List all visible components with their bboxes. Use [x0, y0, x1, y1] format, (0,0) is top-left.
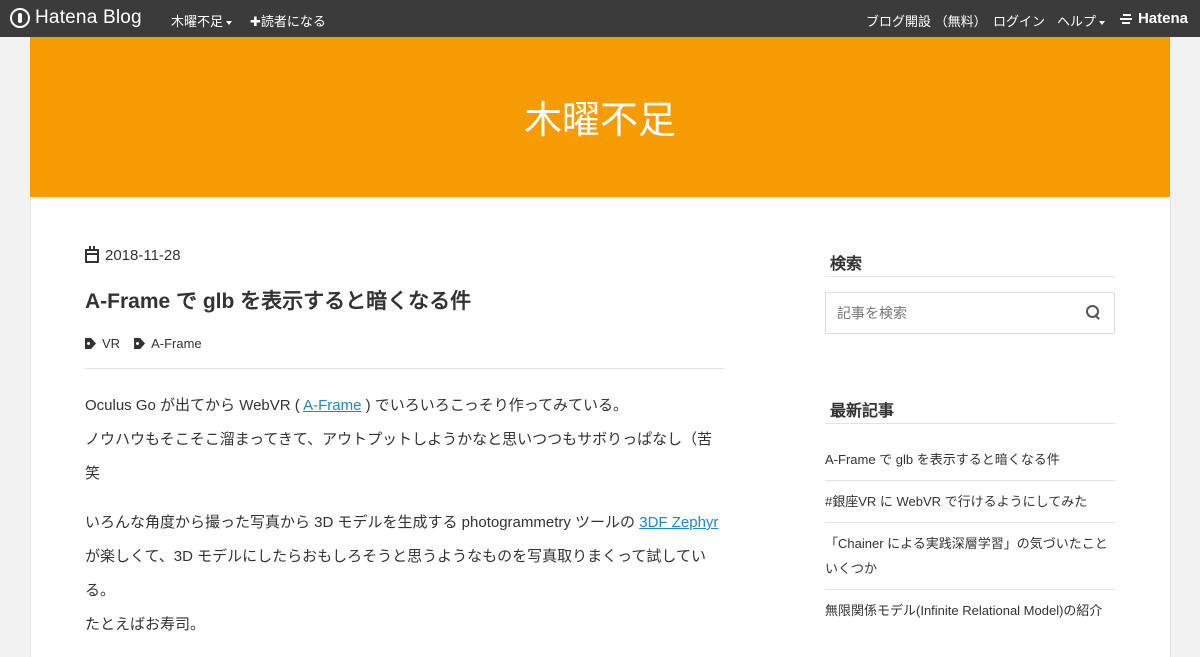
entry-header-divider: [85, 368, 725, 369]
tag-icon: [134, 338, 146, 349]
entry-tags: VR A-Frame: [85, 336, 216, 351]
global-header: Hatena Blog 木曜不足 ✚読者になる ブログ開設 （無料） ログイン …: [0, 0, 1200, 37]
entry-title[interactable]: A-Frame で glb を表示すると暗くなる件: [85, 285, 471, 315]
caret-down-icon: [1099, 20, 1106, 25]
help-dropdown[interactable]: ヘルプ: [1057, 11, 1106, 30]
tag-icon: [85, 338, 96, 349]
recent-entry-link[interactable]: 「Chainer による実践深層学習」の気づいたこといくつか: [825, 531, 1115, 581]
recent-entry-divider: [825, 589, 1115, 590]
tag-vr[interactable]: VR: [85, 336, 120, 351]
search-form: [825, 292, 1115, 334]
login-link[interactable]: ログイン: [993, 11, 1045, 30]
tag-a-frame[interactable]: A-Frame: [134, 336, 202, 351]
paragraph-text: ) でいろいろこっそり作ってみている。: [361, 397, 628, 414]
blog-title[interactable]: 木曜不足: [524, 89, 676, 144]
hatena-blog-logo[interactable]: Hatena Blog: [10, 7, 142, 29]
paragraph-text: いろんな角度から撮った写真から 3D モデルを生成する photogrammet…: [85, 514, 640, 531]
hatena-brand-link[interactable]: Hatena: [1119, 10, 1188, 27]
help-label: ヘルプ: [1057, 14, 1097, 29]
open-blog-link[interactable]: ブログ開設 （無料）: [866, 11, 987, 30]
tag-label: VR: [102, 336, 121, 351]
recent-entry-divider: [825, 522, 1115, 523]
recent-entry-link[interactable]: A-Frame で glb を表示すると暗くなる件: [825, 447, 1115, 472]
paragraph-text: が楽しくて、3D モデルにしたらおもしろそうと思うようなものを写真取りまくって試…: [85, 548, 706, 599]
hatena-blog-logo-icon: [10, 8, 30, 28]
search-input[interactable]: [826, 293, 1087, 333]
tag-label: A-Frame: [151, 336, 202, 351]
search-icon[interactable]: [1086, 305, 1100, 320]
blog-menu-label: 木曜不足: [171, 14, 224, 29]
a-frame-link[interactable]: A-Frame: [303, 397, 361, 414]
blog-header: 木曜不足: [30, 37, 1170, 197]
entry-paragraph-2: いろんな角度から撮った写真から 3D モデルを生成する photogrammet…: [85, 506, 725, 642]
hatena-logo-icon: [1119, 12, 1134, 26]
3df-zephyr-link[interactable]: 3DF Zephyr: [639, 514, 718, 531]
entry-date[interactable]: 2018-11-28: [85, 245, 181, 264]
blog-menu-dropdown[interactable]: 木曜不足: [171, 11, 233, 30]
search-module-heading: 検索: [830, 256, 863, 273]
paragraph-text: Oculus Go が出てから WebVR (: [85, 397, 304, 414]
entry-date-text: 2018-11-28: [105, 247, 181, 264]
paragraph-text: ノウハウもそこそこ溜まってきて、アウトプットしようかなと思いつつもサボりっぱなし…: [85, 431, 713, 482]
caret-down-icon: [226, 20, 233, 25]
paragraph-text: たとえばお寿司。: [85, 616, 206, 633]
calendar-icon: [85, 245, 99, 263]
hatena-brand-label: Hatena: [1137, 10, 1188, 27]
recent-entry-link[interactable]: #銀座VR に WebVR で行けるようにしてみた: [825, 489, 1115, 514]
recent-entries-heading: 最新記事: [830, 403, 895, 420]
recent-entry-link[interactable]: 無限関係モデル(Infinite Relational Model)の紹介: [825, 598, 1115, 623]
logo-text: Hatena Blog: [35, 7, 142, 28]
entry-paragraph-1: Oculus Go が出てから WebVR ( A-Frame ) でいろいろこ…: [85, 389, 725, 491]
recent-entry-divider: [825, 480, 1115, 481]
subscribe-button[interactable]: ✚読者になる: [250, 11, 326, 30]
sidebar-divider: [825, 423, 1115, 424]
sidebar-divider: [825, 276, 1115, 277]
